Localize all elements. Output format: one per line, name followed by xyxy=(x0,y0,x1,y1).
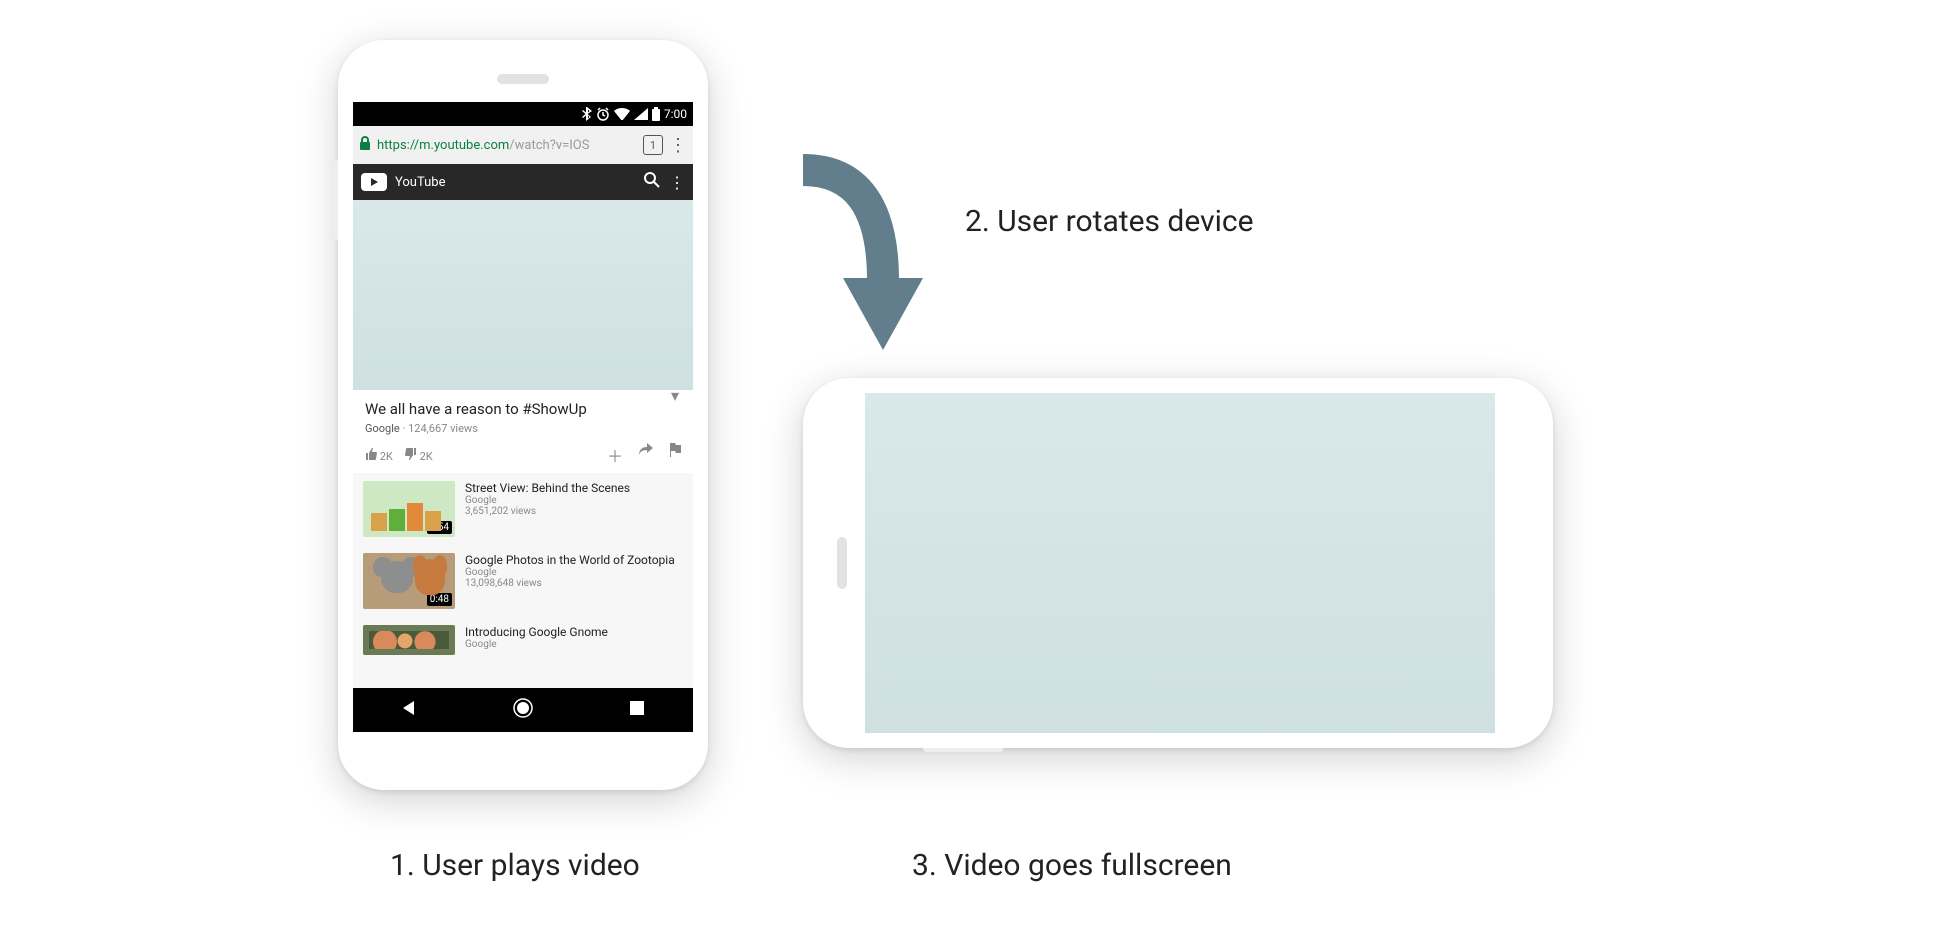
status-time: 7:00 xyxy=(664,107,687,121)
lock-icon xyxy=(359,136,371,154)
video-views: 124,667 views xyxy=(408,422,478,435)
video-channel[interactable]: Google xyxy=(365,422,400,435)
youtube-header: YouTube ⋮ xyxy=(353,164,693,200)
speaker-icon xyxy=(497,74,549,84)
video-player[interactable] xyxy=(353,200,693,390)
like-button[interactable]: 2K xyxy=(365,448,393,463)
status-bar: 7:00 xyxy=(353,102,693,126)
browser-menu-icon[interactable]: ⋮ xyxy=(669,135,687,156)
related-views: 13,098,648 views xyxy=(465,578,675,589)
related-channel: Google xyxy=(465,495,630,506)
url-scheme: https:// xyxy=(377,138,419,153)
share-icon[interactable] xyxy=(639,443,653,467)
bluetooth-icon xyxy=(582,107,592,121)
nav-recents-icon[interactable] xyxy=(628,699,646,721)
rotate-arrow xyxy=(783,150,933,374)
thumbnail xyxy=(363,625,455,655)
youtube-logo-icon[interactable] xyxy=(361,173,387,191)
youtube-brand: YouTube xyxy=(395,175,446,190)
duration-badge: 1:54 xyxy=(427,521,452,534)
android-nav-bar xyxy=(353,688,693,732)
url-host: m.youtube.com xyxy=(419,138,509,153)
speaker-icon xyxy=(837,537,847,589)
caption-step-1: 1. User plays video xyxy=(390,848,640,883)
phone-landscape-frame xyxy=(803,378,1553,748)
related-item[interactable]: 0:48 Google Photos in the World of Zooto… xyxy=(353,545,693,617)
url-path: /watch?v=IOS xyxy=(509,138,589,153)
caption-step-2: 2. User rotates device xyxy=(965,204,1254,239)
wifi-icon xyxy=(614,108,630,120)
expand-icon[interactable]: ▾ xyxy=(671,386,679,405)
related-item[interactable]: 1:54 Street View: Behind the Scenes Goog… xyxy=(353,473,693,545)
related-views: 3,651,202 views xyxy=(465,506,630,517)
caption-step-3: 3. Video goes fullscreen xyxy=(912,848,1232,883)
video-title: We all have a reason to #ShowUp xyxy=(365,400,681,418)
battery-icon xyxy=(652,107,660,121)
nav-back-icon[interactable] xyxy=(400,699,418,721)
youtube-menu-icon[interactable]: ⋮ xyxy=(669,173,685,192)
related-title: Introducing Google Gnome xyxy=(465,625,608,639)
hardware-button xyxy=(334,160,338,240)
screen-landscape-fullscreen-video[interactable] xyxy=(865,393,1495,733)
dislike-button[interactable]: 2K xyxy=(405,448,433,463)
phone-portrait-frame: 7:00 https://m.youtube.com/watch?v=IOS 1… xyxy=(338,40,708,790)
related-channel: Google xyxy=(465,639,608,650)
video-info: We all have a reason to #ShowUp ▾ Google… xyxy=(353,390,693,473)
thumbnail: 0:48 xyxy=(363,553,455,609)
related-title: Street View: Behind the Scenes xyxy=(465,481,630,495)
search-icon[interactable] xyxy=(643,171,661,193)
nav-home-icon[interactable] xyxy=(512,697,534,723)
duration-badge: 0:48 xyxy=(427,593,452,606)
thumbnail: 1:54 xyxy=(363,481,455,537)
hardware-button xyxy=(923,748,1003,752)
related-channel: Google xyxy=(465,567,675,578)
add-to-icon[interactable]: ＋ xyxy=(607,443,623,467)
alarm-icon xyxy=(596,107,610,121)
tabs-button[interactable]: 1 xyxy=(643,135,663,155)
flag-icon[interactable] xyxy=(669,443,681,467)
related-title: Google Photos in the World of Zootopia xyxy=(465,553,675,567)
browser-url-bar[interactable]: https://m.youtube.com/watch?v=IOS 1 ⋮ xyxy=(353,126,693,164)
related-videos-list: 1:54 Street View: Behind the Scenes Goog… xyxy=(353,473,693,705)
screen-portrait: 7:00 https://m.youtube.com/watch?v=IOS 1… xyxy=(353,102,693,732)
signal-icon xyxy=(634,108,648,120)
